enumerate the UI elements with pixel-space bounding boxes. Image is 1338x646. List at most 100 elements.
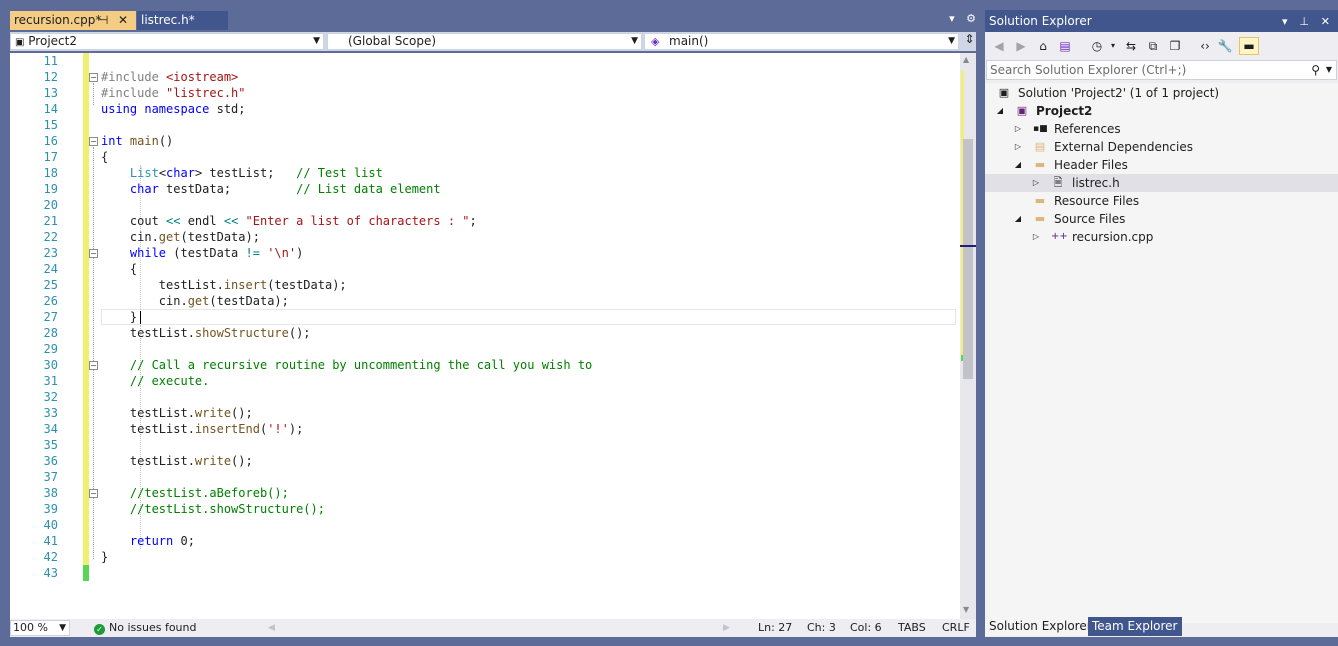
vertical-scrollbar[interactable]: ▲ ▼	[960, 53, 976, 619]
tree-node-project[interactable]: ◢ ▣ Project2	[985, 102, 1338, 120]
line-number: 17	[44, 149, 58, 165]
tree-node-resource-files[interactable]: ▬ Resource Files	[985, 192, 1338, 210]
line-ending[interactable]: CRLF	[942, 619, 970, 637]
window-position-dropdown-icon[interactable]: ▾	[1282, 15, 1288, 28]
line-number: 31	[44, 373, 58, 389]
check-icon: ✓	[94, 624, 105, 635]
expanded-icon[interactable]: ◢	[1013, 156, 1023, 174]
project-icon: ▣	[15, 37, 24, 48]
cpp-project-icon: ▣	[1015, 104, 1029, 118]
tree-label: Resource Files	[1054, 192, 1139, 210]
scroll-up-icon[interactable]: ▲	[963, 55, 969, 64]
document-tab-strip: recursion.cpp* ⊣ ✕ listrec.h* ▾ ⚙	[10, 10, 980, 30]
outlining-margin: − − − − −	[89, 53, 101, 619]
tab-overflow-dropdown-icon[interactable]: ▾	[949, 12, 955, 25]
solution-tree: ▣ Solution 'Project2' (1 of 1 project) ◢…	[985, 83, 1338, 623]
back-icon[interactable]: ◀	[991, 38, 1007, 54]
chevron-down-icon: ▼	[313, 34, 320, 49]
char-indicator[interactable]: Ch: 3	[807, 619, 836, 637]
collapse-icon[interactable]: −	[89, 137, 98, 146]
solution-search-input[interactable]: Search Solution Explorer (Ctrl+;) ⚲ ▼	[986, 60, 1337, 80]
tab-listrec-h[interactable]: listrec.h*	[137, 11, 228, 30]
scrollbar-thumb[interactable]	[963, 139, 973, 379]
search-icon[interactable]: ⚲	[1311, 61, 1320, 79]
close-icon[interactable]: ✕	[118, 11, 128, 30]
close-icon[interactable]: ✕	[1321, 15, 1330, 28]
collapse-icon[interactable]: −	[89, 73, 98, 82]
collapse-icon[interactable]: −	[89, 249, 98, 258]
code-line: testList.insertEnd('!');	[101, 421, 303, 437]
line-number: 12	[44, 69, 58, 85]
zoom-dropdown[interactable]: 100 % ▼	[10, 620, 70, 636]
scope-dropdown[interactable]: (Global Scope) ▼	[327, 33, 642, 50]
line-number: 33	[44, 405, 58, 421]
tab-recursion-cpp[interactable]: recursion.cpp* ⊣ ✕	[10, 11, 136, 30]
line-indicator[interactable]: Ln: 27	[758, 619, 792, 637]
pin-icon[interactable]: ⊣	[98, 11, 108, 30]
issues-indicator[interactable]: ✓No issues found	[94, 619, 196, 637]
switch-views-icon[interactable]: ▤	[1057, 38, 1073, 54]
code-line: using namespace std;	[101, 101, 246, 117]
line-number: 24	[44, 261, 58, 277]
code-line: while (testData != '\n')	[101, 245, 303, 261]
code-line: cout << endl << "Enter a list of charact…	[101, 213, 477, 229]
indent-mode[interactable]: TABS	[898, 619, 926, 637]
code-line: #include "listrec.h"	[101, 85, 246, 101]
code-line: char testData; // List data element	[101, 181, 441, 197]
tree-node-recursion-cpp[interactable]: ▷ ++ recursion.cpp	[985, 228, 1338, 246]
collapsed-icon[interactable]: ▷	[1013, 138, 1023, 156]
chevron-down-icon[interactable]: ▼	[1326, 61, 1332, 79]
collapsed-icon[interactable]: ▷	[1013, 120, 1023, 138]
preview-selected-items-icon[interactable]: ▬	[1239, 37, 1259, 55]
tab-strip-controls: ▾ ⚙	[941, 12, 976, 25]
expanded-icon[interactable]: ◢	[1013, 210, 1023, 228]
collapse-icon[interactable]: −	[89, 361, 98, 370]
code-editor[interactable]: 1112131415161718192021222324252627282930…	[10, 53, 976, 619]
line-number: 35	[44, 437, 58, 453]
solution-icon: ▣	[997, 86, 1011, 100]
scroll-right-icon[interactable]: ▶	[723, 619, 730, 637]
line-number: 34	[44, 421, 58, 437]
collapsed-icon[interactable]: ▷	[1031, 228, 1041, 246]
collapsed-icon[interactable]: ▷	[1031, 174, 1041, 192]
zoom-level: 100 %	[13, 621, 48, 634]
sync-icon[interactable]: ⇆	[1123, 38, 1139, 54]
column-indicator[interactable]: Col: 6	[850, 619, 882, 637]
line-number: 43	[44, 565, 58, 581]
properties-wrench-icon[interactable]: 🔧	[1217, 38, 1233, 54]
show-all-files-icon[interactable]: ❐	[1167, 38, 1183, 54]
expanded-icon[interactable]: ◢	[995, 102, 1005, 120]
line-number: 42	[44, 549, 58, 565]
tab-solution-explorer[interactable]: Solution Explorer	[985, 617, 1096, 636]
tree-node-external-dependencies[interactable]: ▷ ▤ External Dependencies	[985, 138, 1338, 156]
preview-code-icon[interactable]: ‹›	[1197, 38, 1213, 54]
chevron-down-icon: ▼	[631, 34, 638, 49]
tab-team-explorer[interactable]: Team Explorer	[1088, 617, 1182, 636]
chevron-down-icon[interactable]: ▾	[1105, 38, 1121, 54]
tree-node-listrec-h[interactable]: ▷ 🗎 listrec.h	[985, 174, 1338, 192]
collapse-icon[interactable]: −	[89, 489, 98, 498]
tree-label: Solution 'Project2' (1 of 1 project)	[1018, 84, 1219, 102]
tree-label: References	[1054, 120, 1121, 138]
forward-icon[interactable]: ▶	[1013, 38, 1029, 54]
tree-node-references[interactable]: ▷ ▪■ References	[985, 120, 1338, 138]
code-line: List<char> testList; // Test list	[101, 165, 383, 181]
tree-label: External Dependencies	[1054, 138, 1193, 156]
tree-node-solution[interactable]: ▣ Solution 'Project2' (1 of 1 project)	[985, 84, 1338, 102]
tree-node-source-files[interactable]: ◢ ▬ Source Files	[985, 210, 1338, 228]
member-dropdown[interactable]: ◈ main() ▼	[644, 33, 959, 50]
project-dropdown[interactable]: ▣ Project2 ▼	[10, 33, 324, 50]
home-icon[interactable]: ⌂	[1035, 38, 1051, 54]
collapse-all-icon[interactable]: ⧉	[1145, 38, 1161, 54]
split-window-icon[interactable]: ⇕	[963, 32, 976, 51]
gear-icon[interactable]: ⚙	[966, 12, 976, 25]
code-text[interactable]: #include <iostream> #include "listrec.h"…	[101, 53, 956, 619]
pending-changes-filter-icon[interactable]: ◷	[1089, 38, 1105, 54]
scroll-down-icon[interactable]: ▼	[963, 605, 969, 614]
line-number: 36	[44, 453, 58, 469]
tab-label: listrec.h*	[141, 13, 195, 27]
pin-icon[interactable]: ⊥	[1299, 15, 1309, 28]
scroll-left-icon[interactable]: ◀	[268, 619, 275, 637]
tree-node-header-files[interactable]: ◢ ▬ Header Files	[985, 156, 1338, 174]
line-number: 40	[44, 517, 58, 533]
